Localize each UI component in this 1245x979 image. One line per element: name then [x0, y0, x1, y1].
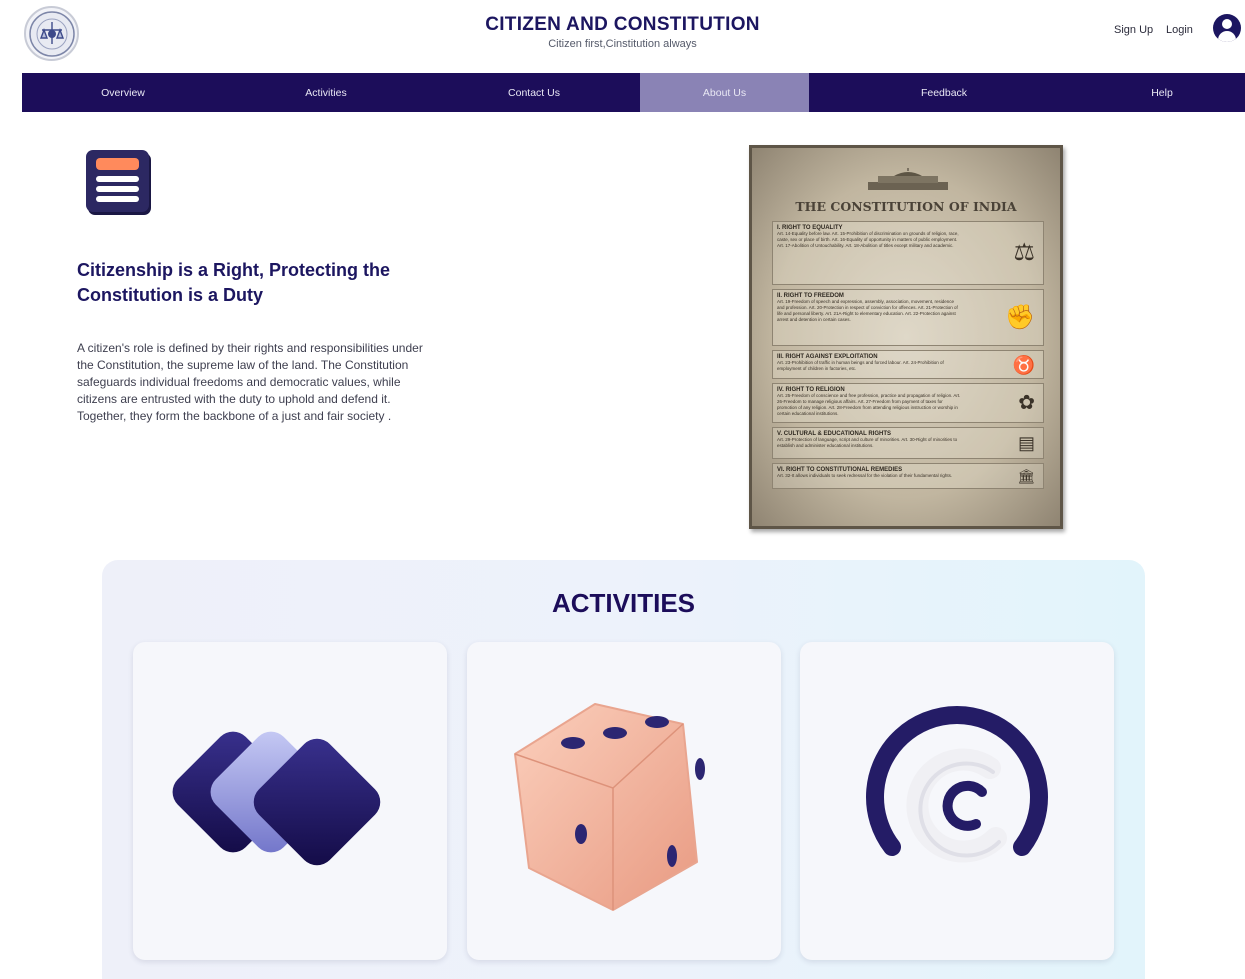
parliament-icon	[868, 168, 948, 190]
nav-feedback[interactable]: Feedback	[809, 73, 1079, 112]
site-brand: CITIZEN AND CONSTITUTION Citizen first,C…	[0, 14, 1245, 50]
nav-activities[interactable]: Activities	[224, 73, 428, 112]
nav-help[interactable]: Help	[1079, 73, 1245, 112]
stacked-cards-icon	[172, 731, 381, 866]
site-tagline: Citizen first,Cinstitution always	[548, 38, 697, 50]
activity-card-spinner[interactable]	[800, 642, 1114, 960]
poster-section-remedies: VI. RIGHT TO CONSTITUTIONAL REMEDIES Art…	[772, 463, 1044, 489]
activity-card-dice[interactable]	[467, 642, 781, 960]
activities-heading: ACTIVITIES	[551, 588, 695, 618]
main-nav: Overview Activities Contact Us About Us …	[22, 73, 1245, 112]
religion-symbols-icon: ✿	[1018, 392, 1035, 414]
raised-fist-icon: ✊	[1005, 303, 1035, 331]
nav-about-us[interactable]: About Us	[640, 73, 809, 112]
poster-title: THE CONSTITUTION OF INDIA	[795, 199, 1017, 214]
hero-heading: Citizenship is a Right, Protecting the C…	[77, 260, 391, 305]
book-icon: ▤	[1017, 433, 1035, 453]
poster-section-text: Art. 19-Freedom of speech and expression…	[777, 299, 958, 322]
site-title: CITIZEN AND CONSTITUTION	[485, 14, 760, 35]
poster-section-religion: IV. RIGHT TO RELIGION Art. 25-Freedom of…	[772, 383, 1044, 423]
poster-section-freedom: II. RIGHT TO FREEDOM Art. 19-Freedom of …	[772, 289, 1044, 346]
signup-link[interactable]: Sign Up	[1114, 24, 1153, 36]
poster-section-text: Art. 32-It allows individuals to seek re…	[777, 473, 953, 478]
poster-section-text: Art. 25-Freedom of conscience and free p…	[777, 393, 961, 416]
spinner-ring-icon	[866, 706, 1048, 863]
poster-section-exploitation: III. RIGHT AGAINST EXPLOITATION Art. 23-…	[772, 350, 1044, 379]
document-list-icon	[86, 150, 149, 212]
poster-section-text: Art. 14-Equality before law. Art. 15-Pro…	[777, 231, 959, 248]
nav-contact-us[interactable]: Contact Us	[428, 73, 640, 112]
poster-section-equality: I. RIGHT TO EQUALITY Art. 14-Equality be…	[772, 221, 1044, 285]
nav-overview[interactable]: Overview	[22, 73, 224, 112]
poster-section-cultural: V. CULTURAL & EDUCATIONAL RIGHTS Art. 29…	[772, 427, 1044, 459]
constitution-poster: THE CONSTITUTION OF INDIA I. RIGHT TO EQ…	[749, 145, 1063, 529]
dice-icon	[514, 703, 705, 911]
scales-icon: ⚖	[1013, 239, 1035, 266]
parliament-icon: 🏛	[1017, 468, 1035, 484]
bull-icon: ♉	[1012, 354, 1035, 375]
user-avatar-icon[interactable]	[1213, 14, 1241, 42]
login-link[interactable]: Login	[1166, 24, 1193, 36]
poster-section-text: Art. 23-Prohibition of traffic in human …	[777, 360, 944, 371]
page: CITIZEN AND CONSTITUTION Citizen first,C…	[0, 0, 1245, 979]
poster-section-text: Art. 29-Protection of language, script a…	[777, 437, 958, 448]
activity-card-stacked-cards[interactable]	[133, 642, 447, 960]
activities-section: ACTIVITIES	[102, 560, 1145, 979]
hero-description: A citizen's role is defined by their rig…	[77, 341, 423, 423]
